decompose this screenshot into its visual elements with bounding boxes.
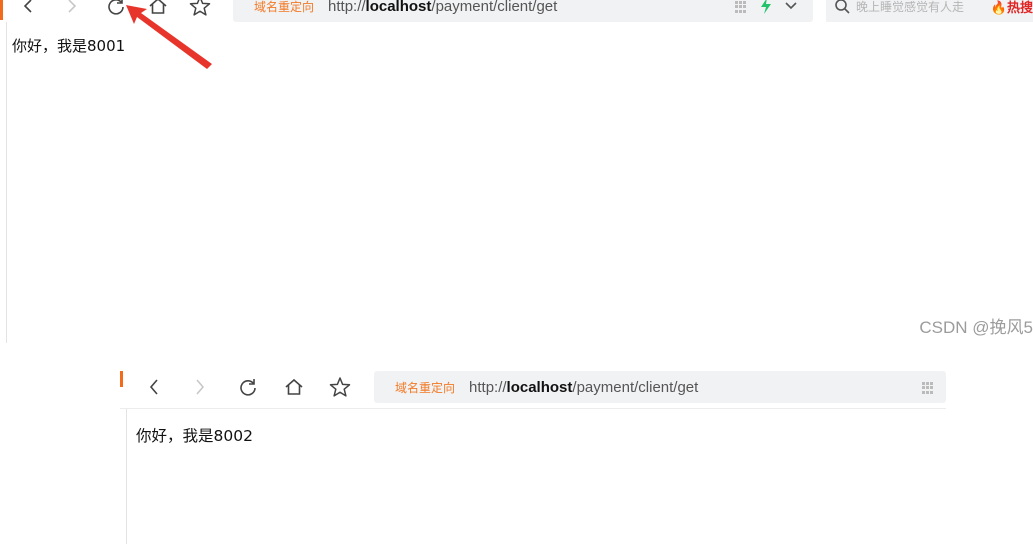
chevron-down-icon[interactable] bbox=[784, 1, 798, 11]
url-path: /payment/client/get bbox=[431, 0, 558, 15]
window-edge-line bbox=[6, 22, 7, 343]
refresh-button[interactable] bbox=[236, 375, 260, 399]
forward-button[interactable] bbox=[60, 0, 84, 18]
url-prefix: http:// bbox=[328, 0, 366, 15]
forward-icon bbox=[196, 378, 205, 395]
search-box[interactable]: 晚上睡觉感觉有人走 🔥热搜 bbox=[826, 0, 1033, 22]
redirect-label: 域名重定向 bbox=[254, 0, 315, 14]
search-placeholder: 晚上睡觉感觉有人走 bbox=[856, 0, 965, 14]
back-icon bbox=[23, 0, 32, 13]
back-icon bbox=[149, 378, 158, 395]
page-content-text: 你好，我是8001 bbox=[12, 37, 126, 55]
address-bar[interactable]: 域名重定向 http://localhost/payment/client/ge… bbox=[233, 0, 813, 22]
home-icon bbox=[149, 0, 167, 14]
forward-button[interactable] bbox=[188, 375, 212, 399]
redirect-label: 域名重定向 bbox=[395, 380, 456, 395]
browser-window-bottom: 域名重定向 http://localhost/payment/client/ge… bbox=[120, 365, 946, 544]
star-icon bbox=[329, 376, 351, 397]
browser-toolbar: 域名重定向 http://localhost/payment/client/ge… bbox=[120, 365, 946, 409]
url-host: localhost bbox=[365, 0, 432, 15]
url-text: http://localhost/payment/client/get bbox=[469, 379, 698, 396]
back-button[interactable] bbox=[16, 0, 40, 18]
refresh-icon bbox=[240, 378, 256, 396]
watermark: CSDN @挽风5 bbox=[919, 318, 1033, 337]
fire-icon: 🔥 bbox=[990, 0, 1007, 16]
hot-search-badge[interactable]: 🔥热搜 bbox=[991, 0, 1033, 16]
bolt-icon[interactable] bbox=[760, 0, 772, 14]
url-host: localhost bbox=[506, 378, 573, 396]
refresh-icon bbox=[108, 0, 124, 15]
forward-icon bbox=[68, 0, 77, 13]
star-icon bbox=[189, 0, 211, 16]
url-text: http://localhost/payment/client/get bbox=[328, 0, 557, 15]
page-content-text: 你好，我是8002 bbox=[136, 427, 253, 445]
hot-label: 热搜 bbox=[1006, 0, 1033, 16]
back-button[interactable] bbox=[142, 375, 166, 399]
browser-toolbar: 域名重定向 http://localhost/payment/client/ge… bbox=[0, 0, 1033, 22]
url-path: /payment/client/get bbox=[572, 378, 699, 396]
home-icon bbox=[285, 378, 303, 395]
browser-window-top: 域名重定向 http://localhost/payment/client/ge… bbox=[0, 0, 1033, 343]
bookmark-button[interactable] bbox=[188, 0, 212, 18]
qr-code-icon[interactable] bbox=[922, 382, 934, 394]
red-arrow-annotation bbox=[126, 5, 212, 69]
home-button[interactable] bbox=[282, 375, 306, 399]
address-bar[interactable]: 域名重定向 http://localhost/payment/client/ge… bbox=[374, 371, 946, 403]
refresh-button[interactable] bbox=[104, 0, 128, 18]
search-icon bbox=[835, 0, 850, 14]
url-prefix: http:// bbox=[469, 378, 507, 396]
qr-code-icon[interactable] bbox=[735, 1, 747, 13]
window-edge-line bbox=[126, 408, 127, 544]
bookmark-button[interactable] bbox=[328, 375, 352, 399]
home-button[interactable] bbox=[146, 0, 170, 18]
